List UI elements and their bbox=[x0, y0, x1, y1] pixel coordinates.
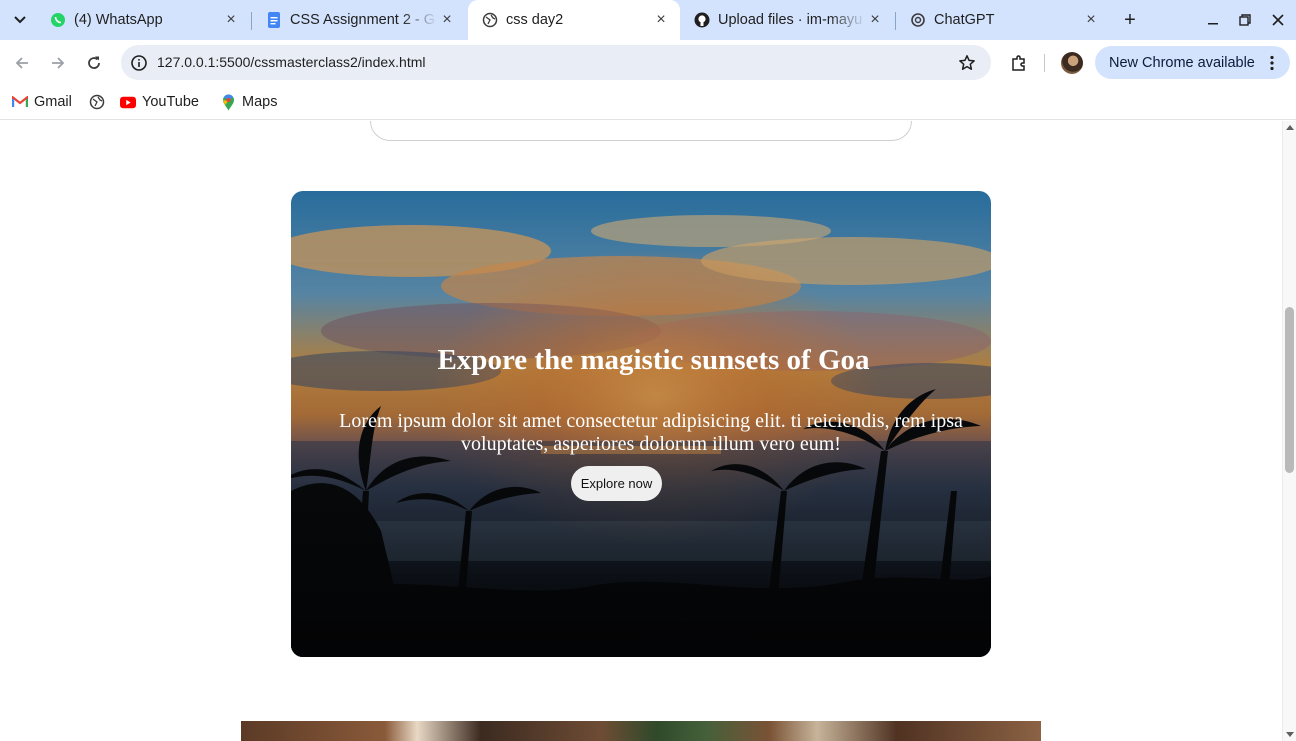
page-scrollbar[interactable] bbox=[1282, 121, 1296, 741]
close-icon[interactable]: × bbox=[1082, 11, 1100, 29]
site-info-icon[interactable] bbox=[129, 53, 149, 73]
previous-card bbox=[370, 121, 912, 141]
explore-now-button[interactable]: Explore now bbox=[571, 466, 662, 501]
maps-icon bbox=[220, 94, 236, 110]
tab-title: (4) WhatsApp bbox=[74, 12, 163, 28]
tab-title: css day2 bbox=[506, 12, 564, 28]
toolbar-separator bbox=[1044, 54, 1045, 72]
scroll-down-icon[interactable] bbox=[1286, 732, 1294, 737]
youtube-icon bbox=[120, 94, 136, 110]
bookmark-star-icon[interactable] bbox=[957, 53, 977, 73]
address-bar[interactable]: 127.0.0.1:5500/cssmasterclass2/index.htm… bbox=[121, 45, 991, 80]
puzzle-icon bbox=[1012, 55, 1025, 71]
tab-title: Upload files · im-mayu bbox=[718, 12, 863, 28]
forward-arrow-icon bbox=[52, 57, 65, 69]
minimize-button[interactable] bbox=[1202, 8, 1224, 32]
whatsapp-icon bbox=[50, 12, 66, 28]
close-icon[interactable]: × bbox=[438, 11, 456, 29]
tab-css-day2[interactable]: css day2 × bbox=[468, 0, 680, 40]
url-text[interactable]: 127.0.0.1:5500/cssmasterclass2/index.htm… bbox=[157, 54, 425, 70]
hero-content: Expore the magistic sunsets of Goa Lorem… bbox=[291, 191, 991, 657]
tab-github-upload[interactable]: Upload files · im-mayu × bbox=[680, 0, 894, 40]
new-tab-button[interactable]: + bbox=[1118, 8, 1142, 32]
hero-description: Lorem ipsum dolor sit amet consectetur a… bbox=[339, 410, 963, 455]
globe-icon bbox=[482, 12, 498, 28]
update-chrome-label: New Chrome available bbox=[1109, 54, 1255, 71]
github-icon bbox=[694, 12, 710, 28]
bookmark-label: Gmail bbox=[34, 94, 72, 110]
next-card-image bbox=[241, 721, 1041, 741]
google-docs-icon bbox=[266, 12, 282, 28]
restore-icon bbox=[1239, 14, 1251, 26]
back-button[interactable] bbox=[10, 51, 34, 75]
chatgpt-icon bbox=[910, 12, 926, 28]
hero-card: Expore the magistic sunsets of Goa Lorem… bbox=[291, 191, 991, 657]
close-icon[interactable]: × bbox=[222, 11, 240, 29]
tab-title: CSS Assignment 2 - G bbox=[290, 12, 436, 28]
close-icon[interactable]: × bbox=[866, 11, 884, 29]
bookmark-maps[interactable]: Maps bbox=[220, 91, 277, 113]
bookmark-label: Maps bbox=[242, 94, 278, 110]
gmail-icon bbox=[12, 94, 28, 110]
close-window-button[interactable] bbox=[1267, 8, 1289, 32]
bookmark-gmail[interactable]: Gmail bbox=[12, 91, 72, 113]
tab-chatgpt[interactable]: ChatGPT × bbox=[896, 0, 1110, 40]
minimize-icon bbox=[1208, 23, 1218, 25]
scroll-up-icon[interactable] bbox=[1286, 125, 1294, 130]
more-vert-icon[interactable] bbox=[1264, 53, 1280, 73]
hero-title: Expore the magistic sunsets of Goa bbox=[437, 344, 870, 376]
bookmark-label: YouTube bbox=[142, 94, 199, 110]
bookmarks-bar: Gmail YouTube Maps bbox=[0, 85, 1296, 120]
restore-button[interactable] bbox=[1234, 8, 1256, 32]
toolbar: 127.0.0.1:5500/cssmasterclass2/index.htm… bbox=[0, 40, 1296, 85]
tab-strip: (4) WhatsApp × CSS Assignment 2 - G × cs… bbox=[0, 0, 1296, 40]
reload-icon bbox=[88, 56, 100, 69]
close-icon bbox=[1272, 14, 1284, 26]
close-icon[interactable]: × bbox=[652, 11, 670, 29]
reload-button[interactable] bbox=[82, 51, 106, 75]
extensions-button[interactable] bbox=[1007, 51, 1031, 75]
update-chrome-button[interactable]: New Chrome available bbox=[1095, 46, 1290, 79]
forward-button[interactable] bbox=[46, 51, 70, 75]
tab-whatsapp[interactable]: (4) WhatsApp × bbox=[36, 0, 250, 40]
page-viewport: Expore the magistic sunsets of Goa Lorem… bbox=[0, 121, 1282, 741]
chevron-down-icon bbox=[14, 16, 26, 24]
tab-title: ChatGPT bbox=[934, 12, 995, 28]
tab-css-assignment[interactable]: CSS Assignment 2 - G × bbox=[252, 0, 466, 40]
scroll-thumb[interactable] bbox=[1285, 307, 1294, 473]
globe-icon bbox=[89, 94, 105, 110]
profile-avatar[interactable] bbox=[1061, 52, 1083, 74]
bookmark-globe[interactable] bbox=[89, 91, 111, 113]
back-arrow-icon bbox=[15, 57, 28, 69]
bookmark-youtube[interactable]: YouTube bbox=[120, 91, 199, 113]
tab-search-button[interactable] bbox=[6, 7, 34, 33]
